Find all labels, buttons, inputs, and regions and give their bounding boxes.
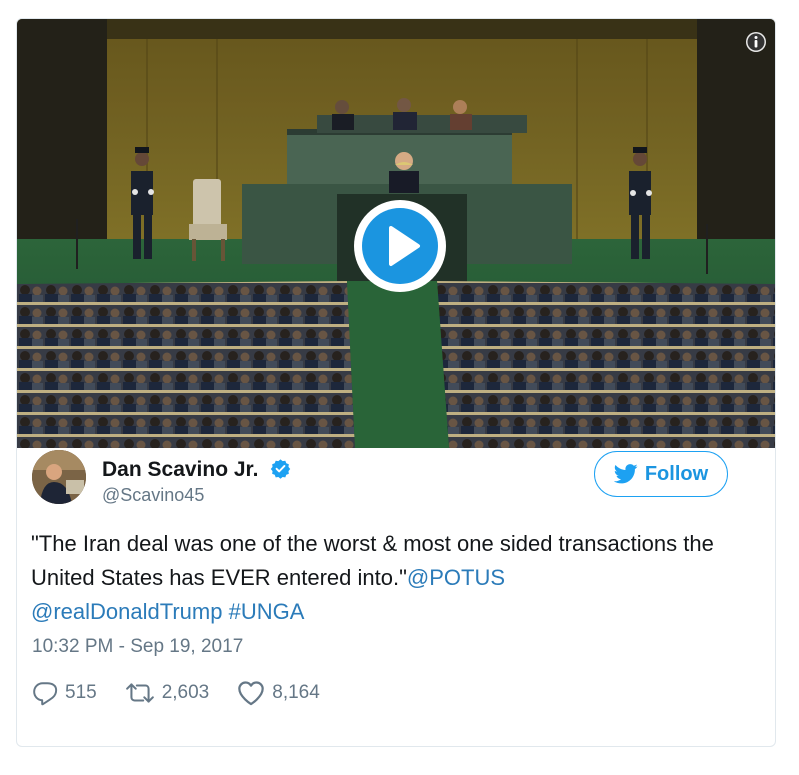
video-thumbnail[interactable] — [17, 19, 775, 448]
reply-count: 515 — [65, 682, 97, 703]
heart-icon — [238, 681, 265, 706]
retweet-button[interactable]: 2,603 — [125, 680, 210, 706]
retweet-count: 2,603 — [161, 682, 210, 703]
play-icon — [354, 200, 446, 292]
tweet-timestamp[interactable]: 10:32 PM - Sep 19, 2017 — [32, 636, 243, 658]
hashtag-unga[interactable]: #UNGA — [229, 599, 305, 624]
play-button[interactable] — [354, 200, 446, 292]
like-button[interactable]: 8,164 — [237, 680, 320, 706]
reply-icon — [33, 682, 58, 706]
mention-potus[interactable]: @POTUS — [407, 565, 505, 590]
retweet-icon — [125, 683, 154, 703]
info-icon[interactable] — [745, 31, 767, 53]
like-count: 8,164 — [272, 682, 320, 703]
follow-label: Follow — [644, 462, 709, 485]
reply-button[interactable]: 515 — [32, 680, 97, 706]
author-name[interactable]: Dan Scavino Jr. — [102, 458, 291, 482]
author-handle[interactable]: @Scavino45 — [102, 485, 204, 506]
twitter-bird-icon — [613, 464, 638, 484]
verified-badge-icon — [271, 459, 291, 479]
author-name-text: Dan Scavino Jr. — [102, 458, 259, 481]
follow-button[interactable]: Follow — [594, 451, 728, 497]
tweet-body: "The Iran deal was one of the worst & mo… — [31, 531, 714, 590]
tweet-actions: 515 2,603 8,164 — [32, 678, 348, 708]
avatar[interactable] — [32, 450, 86, 504]
tweet-text: "The Iran deal was one of the worst & mo… — [31, 527, 731, 629]
mention-realdonaldtrump[interactable]: @realDonaldTrump — [31, 599, 222, 624]
